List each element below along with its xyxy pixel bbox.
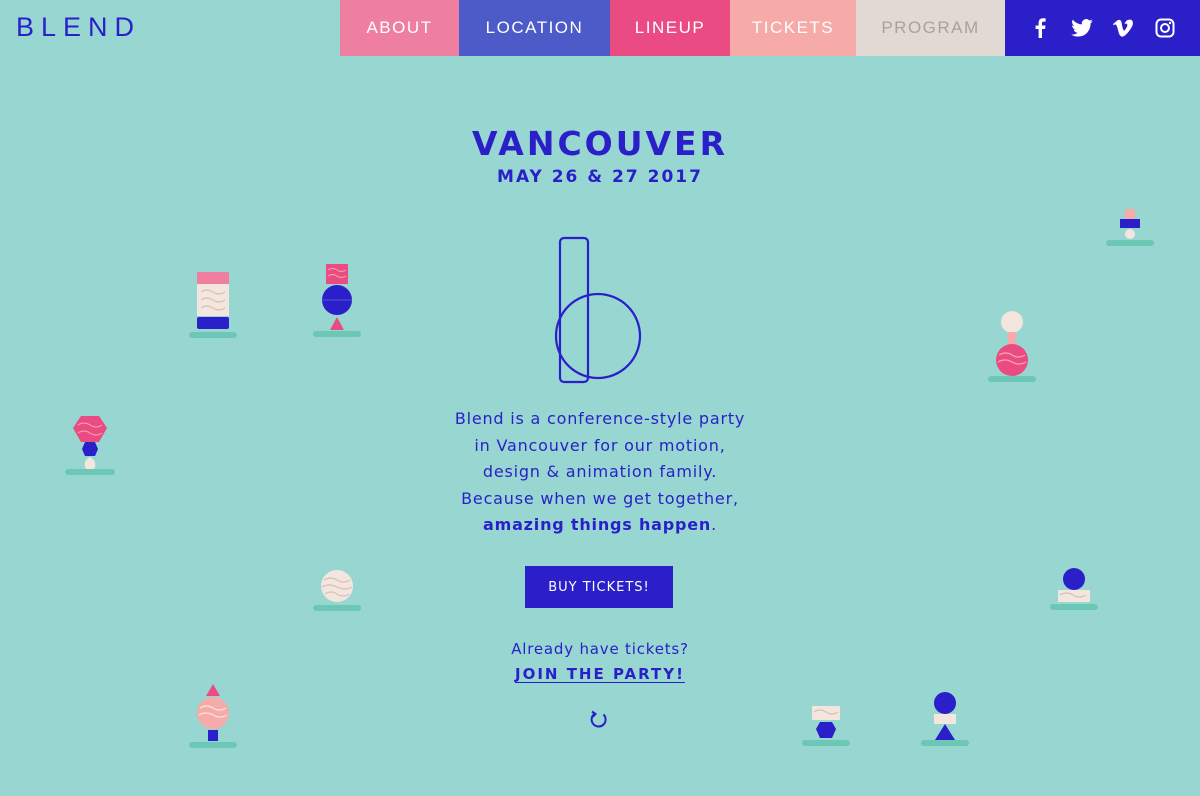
main-nav: ABOUT LOCATION LINEUP TICKETS PROGRAM: [340, 0, 1005, 56]
intro-emphasis: amazing things happen: [483, 515, 712, 534]
intro-end: .: [711, 515, 717, 534]
social-links: [1005, 0, 1200, 56]
twitter-icon[interactable]: [1070, 16, 1094, 40]
nav-program[interactable]: PROGRAM: [856, 0, 1005, 56]
nav-tickets[interactable]: TICKETS: [730, 0, 856, 56]
nav-location[interactable]: LOCATION: [459, 0, 610, 56]
sculpture-stack-icon: [189, 272, 237, 338]
intro-line: Because when we get together,: [461, 488, 739, 508]
sculpture-hex-base-icon: [802, 706, 850, 746]
sculpture-small-icon: [1106, 209, 1154, 246]
join-party-wrap: JOIN THE PARTY!: [0, 664, 1200, 683]
intro-line: amazing things happen.: [400, 512, 800, 539]
intro-line: design & animation family.: [482, 462, 718, 481]
replay-icon[interactable]: [588, 708, 610, 730]
hero-date: MAY 26 & 27 2017: [497, 167, 703, 187]
logo[interactable]: BLEND: [16, 12, 141, 43]
sculpture-pink-ball-icon: [988, 311, 1036, 382]
sculpture-hexagon-icon: [65, 416, 115, 475]
sculpture-ball-icon: [313, 264, 361, 337]
intro-line: in Vancouver for our motion,: [474, 435, 726, 455]
join-party-link[interactable]: JOIN THE PARTY!: [515, 665, 685, 683]
already-have-tickets: Already have tickets?: [511, 640, 689, 658]
sculpture-sphere-icon: [313, 570, 361, 611]
facebook-icon[interactable]: [1028, 16, 1052, 40]
intro-line: Blend is a conference-style party: [454, 409, 746, 428]
instagram-icon[interactable]: [1153, 16, 1177, 40]
sculpture-blue-ball-icon: [1050, 568, 1098, 610]
sculpture-triangle-icon: [921, 692, 969, 746]
hero-city: VANCOUVER: [471, 124, 729, 163]
intro-text: Blend is a conference-style party in Van…: [400, 406, 800, 539]
buy-tickets-button[interactable]: BUY TICKETS!: [525, 566, 673, 608]
sculpture-cone-icon: [189, 684, 237, 748]
nav-about[interactable]: ABOUT: [340, 0, 459, 56]
nav-lineup[interactable]: LINEUP: [610, 0, 730, 56]
vimeo-icon[interactable]: [1111, 16, 1135, 40]
blend-b-logo-icon: [554, 236, 642, 384]
